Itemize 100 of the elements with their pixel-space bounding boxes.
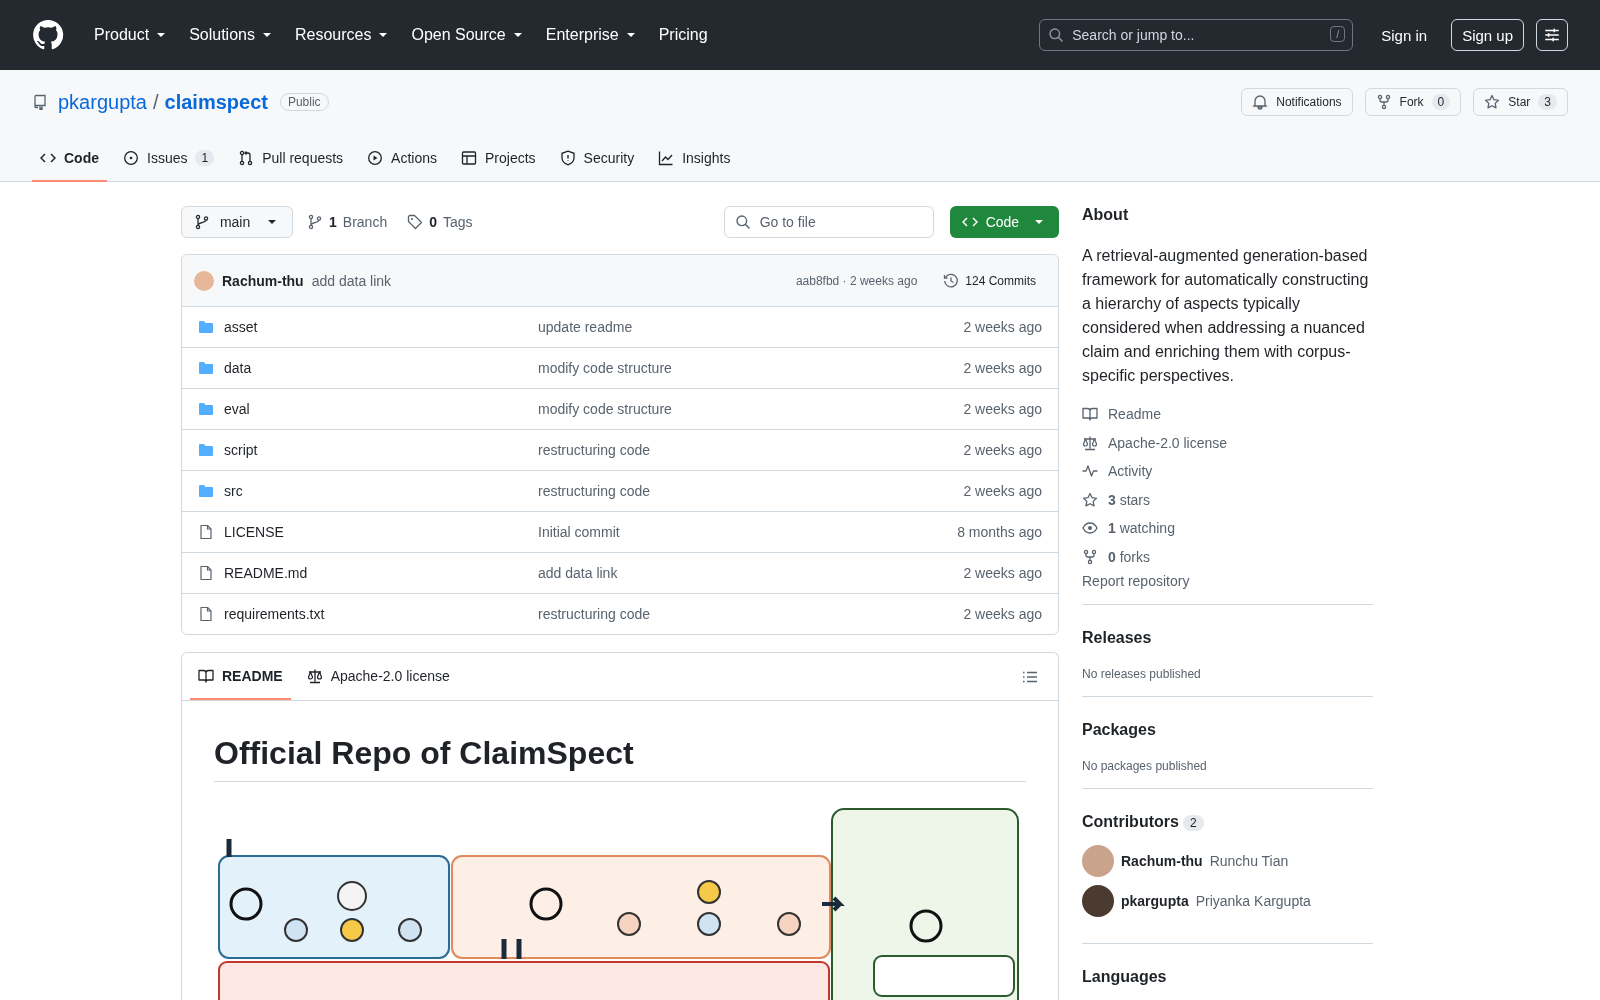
file-name-link[interactable]: src <box>224 483 243 499</box>
branch-icon <box>194 214 210 230</box>
readme-tab[interactable]: Apache-2.0 license <box>298 653 458 700</box>
commit-message-link[interactable]: modify code structure <box>538 360 964 376</box>
nav-menu-button[interactable]: Resources <box>286 20 400 50</box>
history-icon <box>943 272 960 289</box>
shield-icon <box>559 150 576 166</box>
nav-menu-button[interactable]: Enterprise <box>537 20 647 50</box>
sliders-icon <box>1543 26 1561 44</box>
github-logo-icon[interactable] <box>32 19 64 51</box>
sign-in-link[interactable]: Sign in <box>1369 26 1452 44</box>
file-icon <box>198 565 214 581</box>
commit-message-link[interactable]: restructuring code <box>538 442 964 458</box>
readme-heading: Official Repo of ClaimSpect <box>214 733 1026 782</box>
book-icon <box>1082 406 1098 423</box>
nav-menu-button[interactable]: Pricing <box>650 20 716 50</box>
counter: 1 <box>195 150 215 166</box>
scale-icon <box>306 667 323 684</box>
file-name-link[interactable]: data <box>224 360 252 376</box>
code-button[interactable]: Code <box>949 206 1059 238</box>
empty-note: No releases published <box>1082 667 1202 681</box>
repo-tab[interactable]: Security <box>551 136 643 182</box>
commits-link[interactable]: 124 Commits <box>937 271 1042 290</box>
nav-menu-button[interactable]: Open Source <box>403 20 534 50</box>
repo-tab[interactable]: Projects <box>453 136 544 182</box>
graph-icon <box>658 150 675 166</box>
fork-button[interactable]: Fork 0 <box>1364 88 1462 116</box>
commit-time: 2 weeks ago <box>963 606 1042 622</box>
owner-link[interactable]: pkargupta <box>58 90 147 114</box>
about-link[interactable]: 3 stars <box>1108 491 1151 508</box>
contributor-login-link[interactable]: Rachum-thu <box>1121 853 1203 869</box>
branch-select-button[interactable]: main <box>181 206 293 238</box>
counter: 2 <box>1182 815 1204 831</box>
nav-menu-button[interactable]: Solutions <box>181 20 283 50</box>
file-name-link[interactable]: requirements.txt <box>224 606 325 622</box>
file-name-link[interactable]: LICENSE <box>224 524 284 540</box>
commit-time: 2 weeks ago <box>963 483 1042 499</box>
commit-time: 2 weeks ago <box>963 565 1042 581</box>
report-link[interactable]: Report repository <box>1082 573 1190 589</box>
table-icon <box>461 150 477 166</box>
commit-message-link[interactable]: Initial commit <box>538 524 958 540</box>
about-link[interactable]: Apache-2.0 license <box>1108 434 1228 451</box>
commit-message-link[interactable]: add data link <box>538 565 964 581</box>
file-name-link[interactable]: asset <box>224 319 258 335</box>
repo-icon <box>32 94 48 110</box>
repo-tab[interactable]: Code <box>32 136 107 182</box>
commit-time: 8 months ago <box>957 524 1042 540</box>
section-heading: Contributors <box>1082 813 1179 830</box>
sign-up-button[interactable]: Sign up <box>1451 19 1524 51</box>
star-button[interactable]: Star 3 <box>1473 88 1568 116</box>
repo-description: A retrieval-augmented generation-based framework for automatically constructing a hierarchy of aspects typically considered when addressing a nuanced claim and enriching them with corpus-specific perspectives. <box>1082 246 1370 386</box>
folder-icon <box>198 442 214 458</box>
commit-message-link[interactable]: restructuring code <box>538 483 964 499</box>
folder-icon <box>198 360 214 376</box>
commit-author-link[interactable]: Rachum-thu <box>222 272 304 289</box>
about-link[interactable]: 1 watching <box>1108 520 1175 537</box>
contributor-name: Runchu Tian <box>1209 853 1289 869</box>
tags-link[interactable]: 0 Tags <box>401 214 479 230</box>
commit-message-link[interactable]: update readme <box>538 319 964 335</box>
nav-menu-button[interactable]: Product <box>86 20 178 50</box>
readme-tab[interactable]: README <box>190 653 291 700</box>
commit-meta: aab8fbd · 2 weeks ago <box>795 273 918 288</box>
commit-message-link[interactable]: add data link <box>311 272 392 289</box>
go-to-file-field[interactable]: Go to file <box>723 206 934 238</box>
issue-icon <box>123 150 139 166</box>
pulse-icon <box>1082 463 1098 480</box>
contributor-login-link[interactable]: pkargupta <box>1121 893 1189 909</box>
commit-message-link[interactable]: modify code structure <box>538 401 964 417</box>
about-link[interactable]: 0 forks <box>1108 548 1151 565</box>
branch-icon <box>307 214 323 230</box>
fork-icon <box>1082 548 1098 565</box>
file-name-link[interactable]: README.md <box>224 565 308 581</box>
eye-icon <box>1082 520 1098 537</box>
star-icon <box>1082 491 1098 508</box>
book-icon <box>198 667 214 684</box>
about-link[interactable]: Activity <box>1108 463 1153 480</box>
repo-tab[interactable]: Pull requests <box>230 136 352 182</box>
repo-tab[interactable]: Insights <box>650 136 739 182</box>
scale-icon <box>1082 434 1098 451</box>
commit-message-link[interactable]: restructuring code <box>538 606 964 622</box>
commit-time: 2 weeks ago <box>963 401 1042 417</box>
repo-tab[interactable]: Actions <box>359 136 445 182</box>
file-icon <box>198 606 214 622</box>
repo-tab[interactable]: Issues 1 <box>115 136 223 182</box>
repo-name-link[interactable]: claimspect <box>164 90 268 114</box>
shortcut-key: / <box>1330 26 1346 42</box>
file-name-link[interactable]: eval <box>224 401 250 417</box>
counter: 0 <box>1431 94 1451 110</box>
settings-button[interactable] <box>1536 19 1568 51</box>
avatar <box>1082 885 1114 917</box>
pull-request-icon <box>238 150 255 166</box>
section-heading: About <box>1082 206 1130 224</box>
section-heading: Packages <box>1082 721 1157 739</box>
avatar <box>194 270 214 291</box>
branches-link[interactable]: 1 Branch <box>301 214 394 230</box>
search-icon <box>1048 27 1065 43</box>
commit-time: 2 weeks ago <box>963 319 1042 335</box>
about-link[interactable]: Readme <box>1108 406 1161 423</box>
file-name-link[interactable]: script <box>224 442 258 458</box>
notifications-button[interactable]: Notifications <box>1241 88 1353 116</box>
